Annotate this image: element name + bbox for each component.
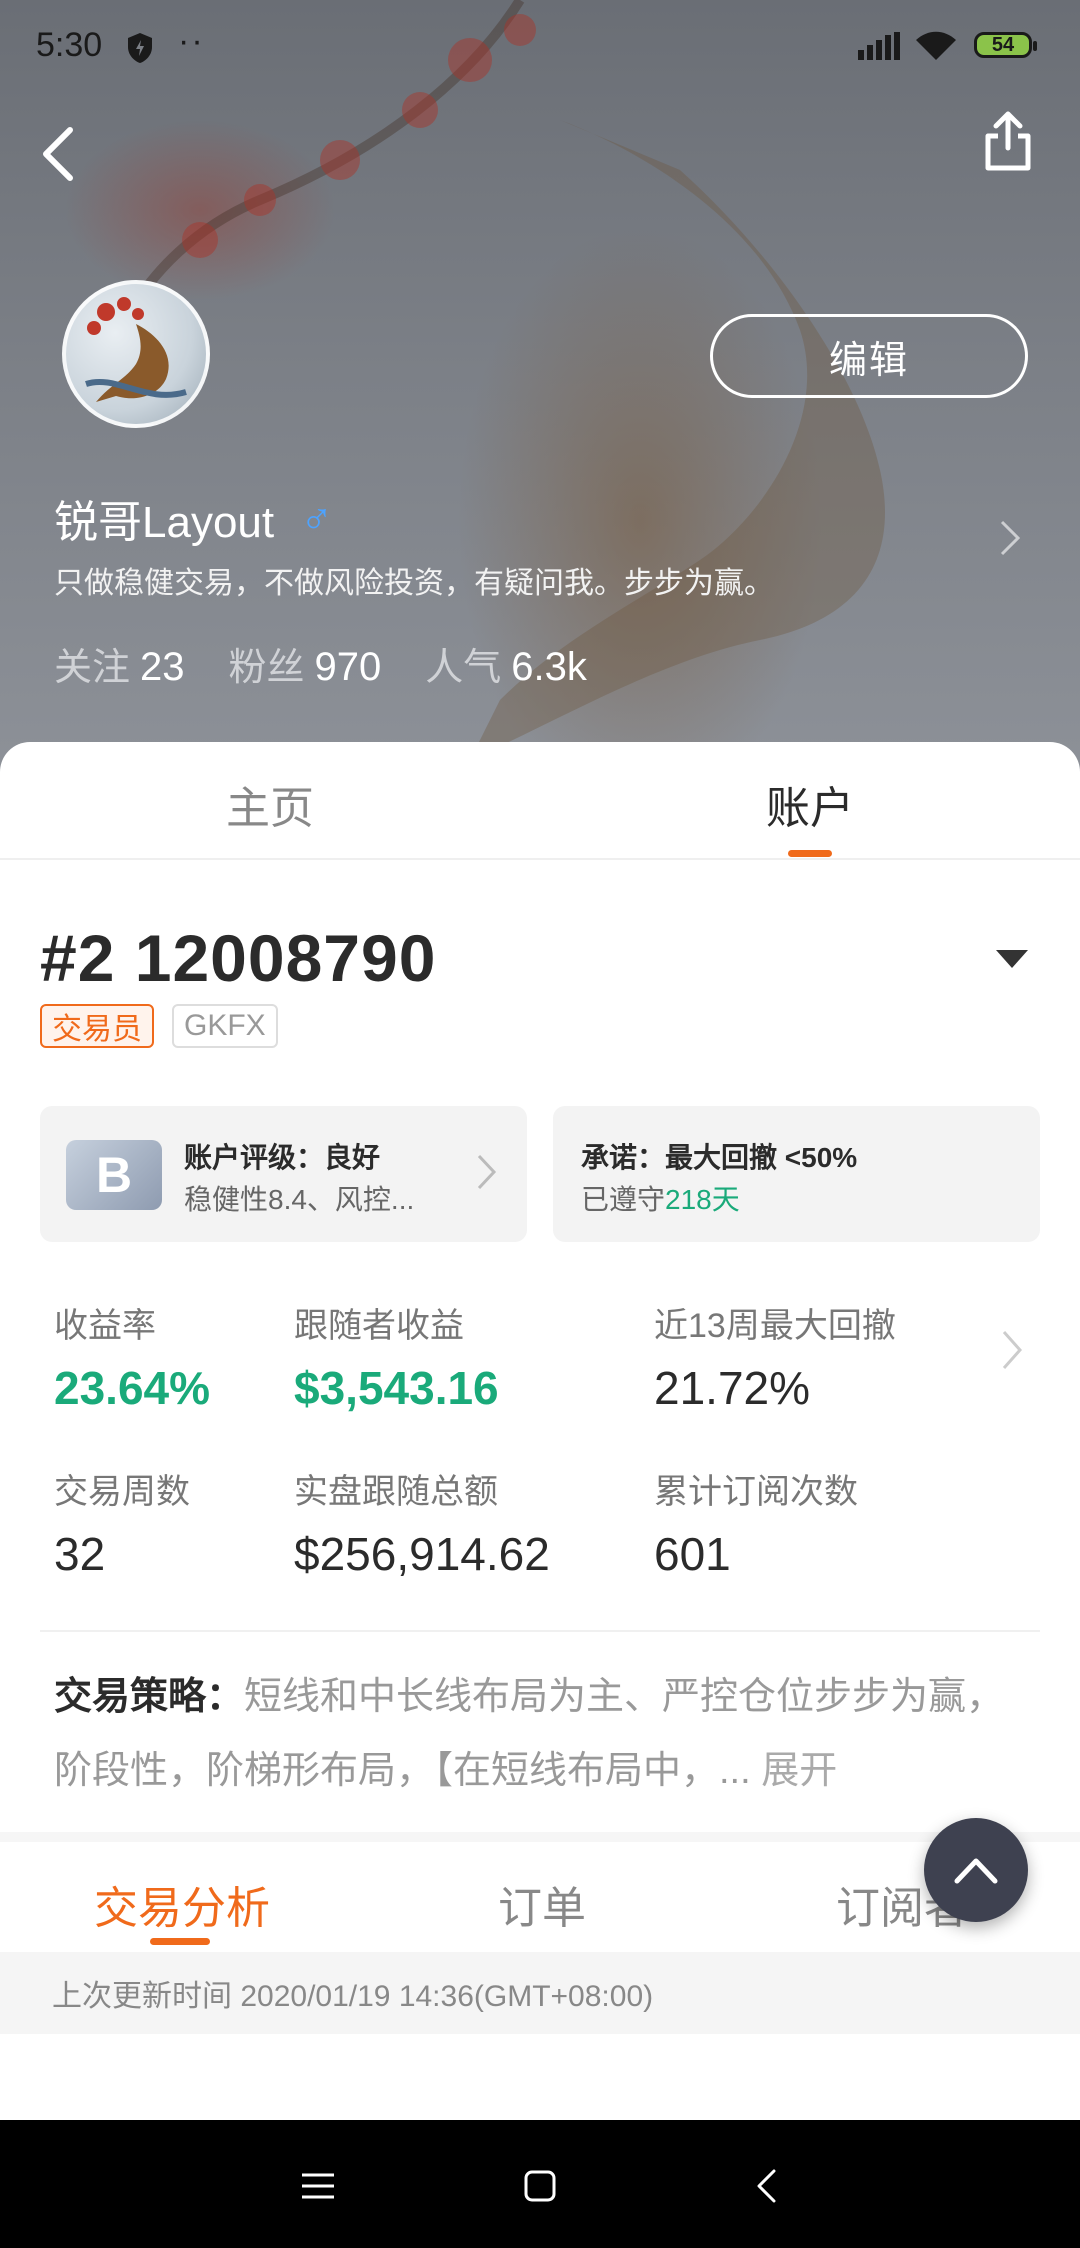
menu-icon: [302, 2173, 334, 2199]
profile-stats: 关注 23 粉丝 970 人气 6.3k: [54, 636, 631, 691]
account-number: #2 12008790: [40, 921, 437, 995]
grade-badge: B: [66, 1140, 162, 1210]
metric-return-rate: 收益率 23.64%: [54, 1298, 210, 1415]
stat-label: 关注: [54, 647, 131, 689]
nav-back-button[interactable]: [738, 2158, 794, 2214]
metric-label: 交易周数: [54, 1473, 190, 1511]
wifi-icon: [916, 31, 956, 60]
strategy-label: 交易策略：: [54, 1676, 245, 1718]
promise-days: 218天: [665, 1184, 740, 1215]
metric-value: 32: [54, 1528, 106, 1580]
avatar-art: [85, 297, 187, 402]
promise-sub: 已遵守218天: [581, 1178, 740, 1218]
expand-link[interactable]: 展开: [761, 1750, 837, 1792]
stat-popularity: 人气 6.3k: [425, 636, 587, 691]
last-update-bar: 上次更新时间 2020/01/19 14:36(GMT+08:00): [0, 1952, 1080, 2034]
status-time: 5:30: [36, 26, 103, 64]
rating-sub: 稳健性8.4、风控...: [184, 1184, 415, 1215]
account-rating-box[interactable]: B 账户评级：良好 稳健性8.4、风控...: [40, 1106, 527, 1242]
metric-total-following: 实盘跟随总额 $256,914.62: [294, 1464, 550, 1581]
chevron-up-icon: [954, 1858, 998, 1884]
chevron-right-icon: [477, 1154, 497, 1190]
tab-account[interactable]: 账户: [690, 772, 930, 836]
active-subtab-indicator: [150, 1938, 210, 1945]
metric-value: 601: [654, 1528, 731, 1580]
profile-name: 锐哥Layout: [54, 498, 275, 547]
tab-home[interactable]: 主页: [150, 772, 390, 836]
metric-value: $3,543.16: [294, 1362, 499, 1414]
metric-value: 21.72%: [654, 1362, 811, 1414]
stat-followers[interactable]: 粉丝 970: [229, 636, 382, 691]
metric-subscription-count: 累计订阅次数 601: [654, 1464, 858, 1581]
signal-icon: [858, 32, 900, 60]
battery-icon: 54: [974, 32, 1037, 58]
profile-header: 5:30 ·· 54 编辑 锐哥Layout ♂ 只做稳健交易，不做风险投资，有…: [0, 0, 1080, 780]
metric-label: 累计订阅次数: [654, 1473, 858, 1511]
sub-tabs: 交易分析 订单 订阅者: [0, 1842, 1080, 1952]
stat-value: 6.3k: [511, 645, 587, 689]
metric-trading-weeks: 交易周数 32: [54, 1464, 190, 1581]
stat-value: 970: [314, 645, 382, 689]
back-arrow-icon: [43, 127, 73, 181]
main-tabs: 主页 账户: [0, 742, 1080, 860]
home-square-icon: [524, 2170, 556, 2202]
metric-label: 跟随者收益: [294, 1307, 464, 1345]
profile-name-row[interactable]: 锐哥Layout ♂: [54, 486, 333, 550]
active-tab-indicator: [788, 850, 832, 857]
section-gap: [0, 1832, 1080, 1842]
tab-orders[interactable]: 订单: [498, 1872, 586, 1936]
stat-following[interactable]: 关注 23: [54, 636, 185, 691]
notification-dots: ··: [178, 22, 205, 60]
metric-label: 收益率: [54, 1307, 156, 1345]
chevron-right-icon[interactable]: [1000, 1328, 1024, 1372]
triangle-down-icon[interactable]: [994, 948, 1030, 970]
metric-value: $256,914.62: [294, 1528, 550, 1580]
avatar[interactable]: [62, 280, 210, 428]
nav-menu-button[interactable]: [290, 2158, 346, 2214]
back-triangle-icon: [757, 2169, 776, 2203]
tag-broker: GKFX: [172, 1004, 278, 1048]
promise-prefix: 已遵守: [581, 1184, 666, 1215]
metric-value: 23.64%: [54, 1362, 211, 1414]
nav-home-button[interactable]: [512, 2158, 568, 2214]
promise-title: 承诺：最大回撤 <50%: [581, 1142, 858, 1173]
stat-label: 人气: [425, 647, 502, 689]
edit-button[interactable]: 编辑: [710, 314, 1028, 398]
stat-label: 粉丝: [228, 647, 305, 689]
account-card: 主页 账户 #2 12008790 交易员 GKFX B 账户评级：良好 稳健性…: [0, 742, 1080, 2120]
male-gender-icon: ♂: [300, 493, 334, 542]
status-bar: 5:30 ·· 54: [0, 0, 1080, 92]
share-button[interactable]: [980, 110, 1036, 172]
rating-title: 账户评级：良好: [184, 1142, 381, 1173]
metric-label: 实盘跟随总额: [294, 1473, 498, 1511]
last-update-text: 上次更新时间 2020/01/19 14:36(GMT+08:00): [52, 1980, 654, 2013]
tag-trader: 交易员: [40, 1004, 154, 1048]
stat-value: 23: [140, 645, 185, 689]
share-icon: [985, 111, 1031, 171]
promise-box: 承诺：最大回撤 <50% 已遵守218天: [553, 1106, 1040, 1242]
scroll-to-top-button[interactable]: [924, 1818, 1028, 1922]
profile-bio: 只做稳健交易，不做风险投资，有疑问我。步步为赢。: [54, 567, 774, 600]
battery-level: 54: [991, 33, 1015, 56]
back-button[interactable]: [34, 124, 84, 184]
system-nav-bar: [0, 2120, 1080, 2248]
shield-icon: [128, 33, 152, 63]
metric-max-drawdown: 近13周最大回撤 21.72%: [654, 1298, 896, 1415]
metric-follower-profit: 跟随者收益 $3,543.16: [294, 1298, 499, 1415]
tab-trade-analysis[interactable]: 交易分析: [94, 1872, 270, 1936]
divider: [40, 1630, 1040, 1632]
strategy-text: 交易策略：短线和中长线布局为主、严控仓位步步为赢，阶段性，阶梯形布局，【在短线布…: [54, 1660, 1034, 1808]
chevron-right-icon[interactable]: [998, 518, 1022, 558]
metric-label: 近13周最大回撤: [654, 1307, 896, 1345]
